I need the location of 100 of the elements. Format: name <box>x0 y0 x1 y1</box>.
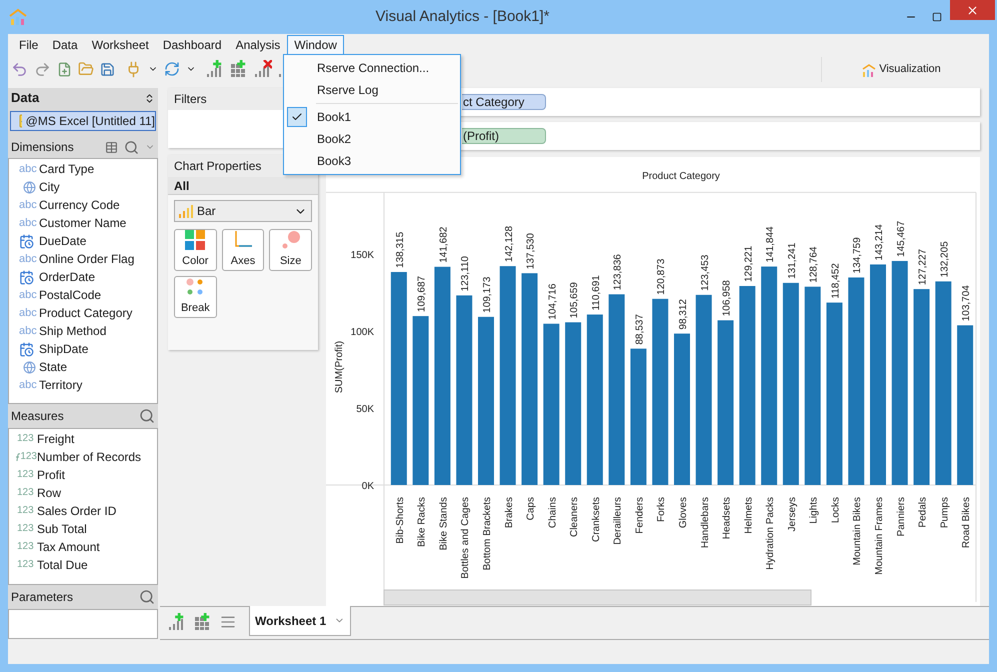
type-label: 123 <box>16 560 34 570</box>
panel-title: Parameters <box>11 589 74 606</box>
bar-chart-icon <box>179 204 193 218</box>
redo-icon[interactable] <box>34 60 51 78</box>
axis-label: Brakes <box>504 497 515 528</box>
tick-label: 0K <box>362 481 374 492</box>
maximize-icon <box>932 12 942 22</box>
menu-item[interactable]: Window <box>287 34 344 56</box>
add-grid-icon[interactable] <box>230 60 248 78</box>
field-item[interactable]: Customer Name <box>39 214 126 232</box>
field-item[interactable]: Freight <box>37 430 74 448</box>
data-source-item[interactable]: @MS Excel [Untitled 11] <box>10 111 156 131</box>
calendar-icon <box>19 270 34 284</box>
color-grid-icon <box>185 230 206 250</box>
field-item[interactable]: DueDate <box>39 232 86 250</box>
axis-label: Headsets <box>722 497 733 540</box>
axis-label: Caps <box>526 497 537 520</box>
check-icon <box>291 111 303 123</box>
axis-label: Pumps <box>939 497 950 528</box>
field-item[interactable]: PostalCode <box>39 286 102 304</box>
property-button[interactable]: Size <box>269 229 312 271</box>
data-label: 129,221 <box>743 246 754 282</box>
axis-label: Cleaners <box>569 497 580 538</box>
type-label: 123 <box>20 452 37 462</box>
menu-item[interactable]: Data <box>45 34 85 56</box>
scrollbar-thumb[interactable] <box>384 590 812 606</box>
data-label: 143,214 <box>874 224 885 260</box>
calendar-icon <box>19 234 34 248</box>
tick-label: 150K <box>350 250 374 261</box>
app-logo-icon <box>9 8 27 26</box>
menu-item[interactable]: Dashboard <box>156 34 229 56</box>
field-item[interactable]: State <box>39 358 68 376</box>
menu-item[interactable]: Analysis <box>228 34 288 56</box>
menu-item[interactable]: Rserve Log <box>284 79 460 101</box>
close-icon <box>966 4 979 16</box>
field-item[interactable]: City <box>39 178 60 196</box>
menu-item[interactable]: Book1 <box>284 106 460 128</box>
undo-icon[interactable] <box>11 60 28 78</box>
list-icon[interactable] <box>220 614 236 630</box>
folder-icon[interactable] <box>78 61 94 77</box>
field-pill[interactable]: (Profit) <box>462 128 546 144</box>
search-icon[interactable] <box>124 140 139 154</box>
refresh-icon[interactable] <box>164 61 180 77</box>
data-label: 132,205 <box>939 241 950 278</box>
data-label: 110,691 <box>590 275 602 311</box>
field-item[interactable]: Profit <box>37 466 66 484</box>
menu-item[interactable]: Rserve Connection... <box>284 57 460 79</box>
close-button[interactable] <box>950 0 995 20</box>
new-file-icon[interactable] <box>57 62 72 76</box>
search-icon[interactable] <box>139 589 155 605</box>
calendar-icon <box>19 342 34 356</box>
axis-label: Helmets <box>743 497 754 534</box>
add-grid-icon[interactable] <box>194 613 212 631</box>
add-chart-icon[interactable] <box>168 613 186 631</box>
field-item[interactable]: Tax Amount <box>37 538 100 556</box>
globe-icon <box>22 360 36 374</box>
axis-label: Bike Stands <box>438 497 450 550</box>
search-icon[interactable] <box>139 408 155 424</box>
add-chart-icon[interactable] <box>206 60 224 78</box>
sort-icon[interactable] <box>144 92 155 104</box>
save-icon[interactable] <box>100 62 115 76</box>
data-label: 109,687 <box>416 276 428 312</box>
field-item[interactable]: Sub Total <box>37 520 87 538</box>
panel-title: Measures <box>11 408 65 425</box>
field-item[interactable]: Currency Code <box>39 196 120 214</box>
menu-item[interactable]: Worksheet <box>84 34 156 56</box>
sheet-tab[interactable]: Worksheet 1 <box>249 606 351 636</box>
data-label: 134,759 <box>852 237 864 274</box>
menu-item[interactable]: Book2 <box>284 128 460 150</box>
remove-chart-icon[interactable] <box>254 60 272 78</box>
property-button[interactable]: Axes <box>222 229 264 271</box>
type-label: abc <box>19 290 38 300</box>
data-label: 141,844 <box>765 226 776 263</box>
field-item[interactable]: Territory <box>39 376 82 394</box>
field-item[interactable]: Total Due <box>37 556 88 574</box>
field-item[interactable]: Ship Method <box>39 322 106 340</box>
data-label: 123,836 <box>612 254 624 290</box>
mark-type-dropdown[interactable]: Bar <box>174 200 312 222</box>
field-item[interactable]: Sales Order ID <box>37 502 116 520</box>
field-item[interactable]: Number of Records <box>37 448 142 466</box>
field-item[interactable]: Card Type <box>39 160 94 178</box>
panel-title: Filters <box>174 91 207 108</box>
property-button[interactable]: Break <box>174 276 217 318</box>
data-label: 106,958 <box>722 280 733 316</box>
field-item[interactable]: OrderDate <box>39 268 96 286</box>
table-icon[interactable] <box>105 140 118 154</box>
field-item[interactable]: Row <box>37 484 62 502</box>
property-button[interactable]: Color <box>174 229 217 271</box>
type-label: abc <box>19 200 38 210</box>
field-item[interactable]: ShipDate <box>39 340 88 358</box>
data-label: 131,241 <box>786 242 798 279</box>
field-item[interactable]: Product Category <box>39 304 132 322</box>
data-label: 127,227 <box>918 248 929 286</box>
menu-item[interactable]: File <box>12 34 46 56</box>
data-label: 145,467 <box>896 220 907 257</box>
field-pill[interactable]: ct Category <box>462 94 546 110</box>
scatter-dots-icon <box>185 277 206 298</box>
field-item[interactable]: Online Order Flag <box>39 250 134 268</box>
axis-label: Road Bikes <box>961 497 972 548</box>
menu-item[interactable]: Book3 <box>284 150 460 172</box>
